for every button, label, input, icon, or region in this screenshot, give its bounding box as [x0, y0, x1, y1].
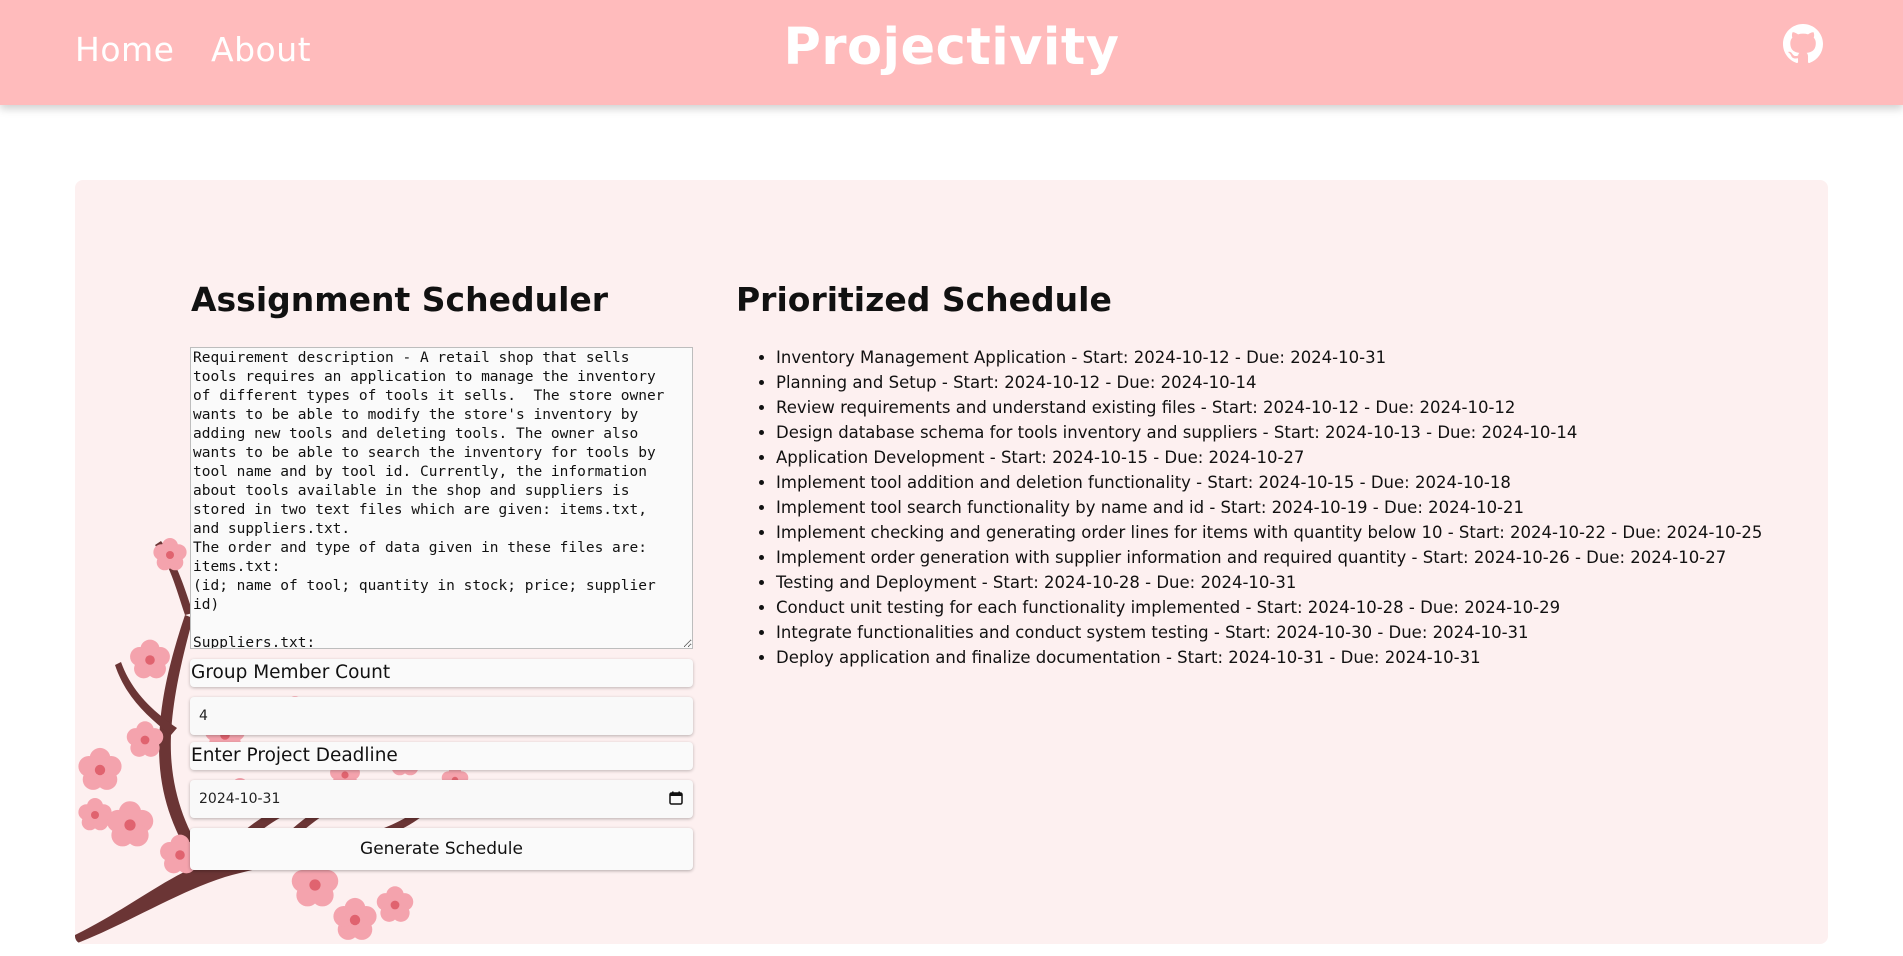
schedule-item: Implement tool addition and deletion fun… — [776, 470, 1826, 495]
schedule-item: Deploy application and finalize document… — [776, 645, 1826, 670]
generate-schedule-button[interactable]: Generate Schedule — [190, 828, 693, 870]
assignment-scheduler-title: Assignment Scheduler — [191, 280, 609, 319]
group-member-count-label: Group Member Count — [190, 659, 693, 687]
schedule-item: Testing and Deployment - Start: 2024-10-… — [776, 570, 1826, 595]
deadline-value: 2024-10-31 — [199, 791, 281, 807]
main-panel: Assignment Scheduler Prioritized Schedul… — [75, 180, 1828, 944]
schedule-item: Integrate functionalities and conduct sy… — [776, 620, 1826, 645]
schedule-item: Application Development - Start: 2024-10… — [776, 445, 1826, 470]
group-member-count-input[interactable]: 4 — [190, 697, 693, 735]
prioritized-schedule-title: Prioritized Schedule — [736, 280, 1112, 319]
schedule-list: Inventory Management Application - Start… — [736, 345, 1826, 670]
schedule-item: Implement order generation with supplier… — [776, 545, 1826, 570]
schedule-item: Review requirements and understand exist… — [776, 395, 1826, 420]
navbar: Home About Projectivity — [0, 0, 1903, 105]
brand-title: Projectivity — [783, 18, 1120, 77]
project-deadline-input[interactable]: 2024-10-31 — [190, 780, 693, 818]
calendar-icon[interactable] — [669, 791, 683, 805]
schedule-item: Planning and Setup - Start: 2024-10-12 -… — [776, 370, 1826, 395]
schedule-item: Inventory Management Application - Start… — [776, 345, 1826, 370]
requirement-textarea[interactable]: Requirement description - A retail shop … — [190, 347, 693, 649]
schedule-item: Implement tool search functionality by n… — [776, 495, 1826, 520]
project-deadline-label: Enter Project Deadline — [190, 742, 693, 770]
github-icon[interactable] — [1783, 24, 1823, 64]
schedule-item: Conduct unit testing for each functional… — [776, 595, 1826, 620]
schedule-item: Design database schema for tools invento… — [776, 420, 1826, 445]
schedule-item: Implement checking and generating order … — [776, 520, 1826, 545]
